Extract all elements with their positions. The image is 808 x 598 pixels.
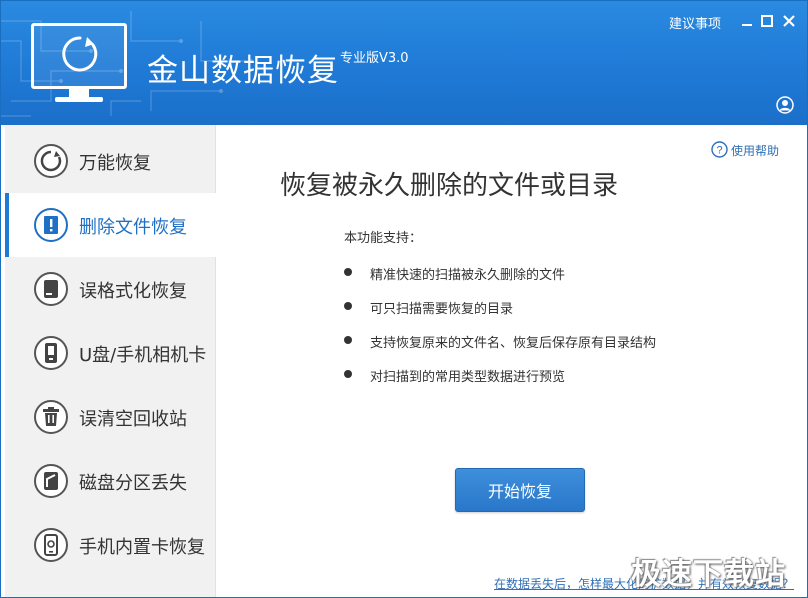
sidebar-item-label: 误格式化恢复 [79,281,187,302]
user-account-button[interactable] [776,96,794,114]
support-label: 本功能支持： [344,231,423,246]
sidebar-item-deleted-file-recovery[interactable]: 删除文件恢复 [5,193,216,257]
feature-text: 精准快速的扫描被永久删除的文件 [370,268,566,283]
partition-icon [34,464,68,498]
bullet-icon [344,268,352,276]
maximize-icon [761,15,773,27]
sidebar-item-label: 万能恢复 [79,153,151,174]
sidebar-item-label: 误清空回收站 [79,409,187,430]
start-recovery-button[interactable]: 开始恢复 [455,468,585,512]
close-icon [783,15,795,27]
app-window: 金山数据恢复 专业版V3.0 建议事项 万能恢复 删除文件恢复 误格式化恢复 U… [0,0,808,598]
feature-text: 支持恢复原来的文件名、恢复后保存原有目录结构 [370,336,657,351]
bullet-icon [344,370,352,378]
sidebar: 万能恢复 删除文件恢复 误格式化恢复 U盘/手机相机卡 误清空回收站 磁盘分区丢… [5,125,216,597]
minimize-button[interactable] [739,13,755,29]
user-icon [776,96,794,114]
minimize-icon [742,24,752,26]
watermark-text: 极速下载站 [631,557,786,592]
trash-icon [34,400,68,434]
svg-text:?: ? [716,145,722,157]
sidebar-item-label: U盘/手机相机卡 [79,345,207,366]
help-label: 使用帮助 [731,144,780,158]
page-title: 恢复被永久删除的文件或目录 [280,171,619,201]
usb-device-icon [34,336,68,370]
main-panel: ? 使用帮助 恢复被永久删除的文件或目录 本功能支持： 精准快速的扫描被永久删除… [216,125,807,597]
exclamation-document-icon [34,208,68,242]
maximize-button[interactable] [759,13,775,29]
sidebar-item-usb-camera-card[interactable]: U盘/手机相机卡 [5,321,216,385]
close-button[interactable] [781,13,797,29]
feedback-link[interactable]: 建议事项 [669,13,721,32]
bullet-icon [344,336,352,344]
monitor-neck [69,89,89,97]
sidebar-item-label: 手机内置卡恢复 [79,537,205,558]
sidebar-item-label: 磁盘分区丢失 [79,473,187,494]
monitor-logo-icon [31,23,127,89]
sidebar-item-label: 删除文件恢复 [79,217,187,238]
hard-drive-icon [34,272,68,306]
feature-text: 可只扫描需要恢复的目录 [370,302,514,317]
sidebar-item-universal-recovery[interactable]: 万能恢复 [5,129,216,193]
sidebar-item-recycle-bin[interactable]: 误清空回收站 [5,385,216,449]
refresh-circle-icon [34,144,68,178]
sidebar-item-format-recovery[interactable]: 误格式化恢复 [5,257,216,321]
sidebar-item-partition-lost[interactable]: 磁盘分区丢失 [5,449,216,513]
app-edition: 专业版V3.0 [340,51,409,66]
help-icon: ? [711,141,728,158]
app-title: 金山数据恢复 [147,53,339,89]
header-banner: 金山数据恢复 专业版V3.0 建议事项 [1,1,807,125]
sidebar-item-phone-card[interactable]: 手机内置卡恢复 [5,513,216,577]
refresh-logo-icon [62,36,98,72]
feature-text: 对扫描到的常用类型数据进行预览 [370,370,566,385]
bullet-icon [344,302,352,310]
phone-icon [34,528,68,562]
monitor-base [55,97,103,102]
